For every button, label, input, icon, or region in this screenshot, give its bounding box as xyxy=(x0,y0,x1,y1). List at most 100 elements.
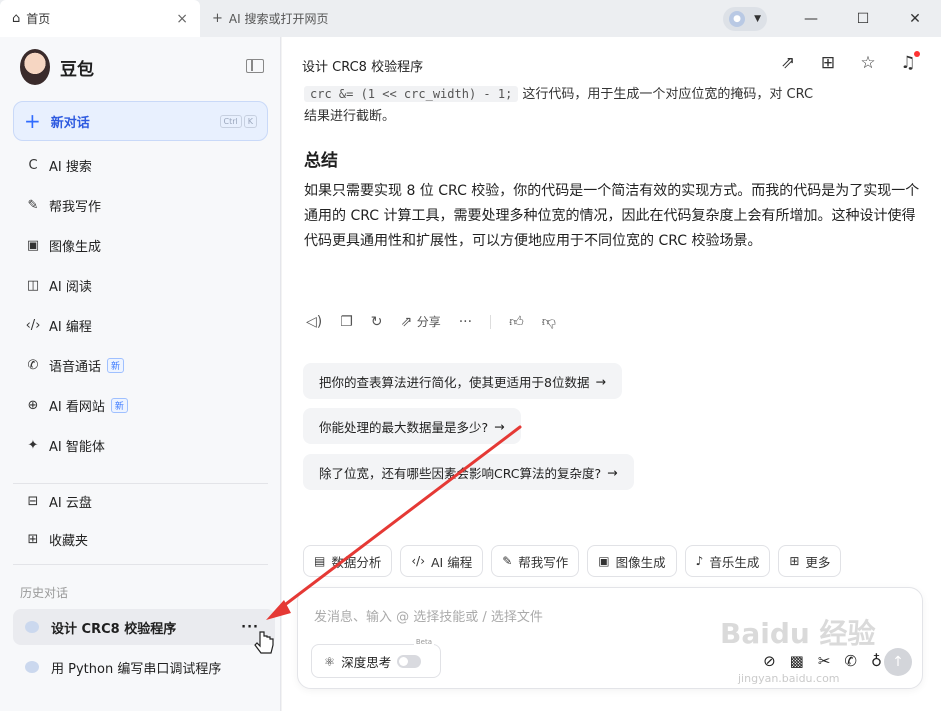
image-icon: ▣ xyxy=(598,554,610,568)
previous-text-b: 结果进行截断。 xyxy=(304,109,396,124)
account-menu[interactable]: ● ▼ xyxy=(723,6,767,31)
skill-writing[interactable]: ✎ 帮我写作 xyxy=(491,545,580,577)
new-chat-label: 新对话 xyxy=(50,115,90,131)
share-icon[interactable]: ⇗ xyxy=(779,53,797,73)
new-chat-button[interactable]: + 新对话 Ctrl K xyxy=(13,101,268,141)
history-item-label: 用 Python 编写串口调试程序 xyxy=(51,661,222,677)
copy-icon[interactable]: ❐ xyxy=(340,314,353,330)
bell-icon[interactable]: ♫ xyxy=(899,51,920,73)
sidebar-item-label: 图像生成 xyxy=(49,239,102,255)
sidebar-item-coding[interactable]: ‹/› AI 编程 xyxy=(13,305,268,345)
send-button[interactable]: ↑ xyxy=(884,648,912,676)
sidebar-item-reading[interactable]: ◫ AI 阅读 xyxy=(13,265,268,305)
thumbs-down-icon[interactable]: 👎︎ xyxy=(542,313,556,330)
tab-home[interactable]: ⌂ 首页 × xyxy=(0,0,200,37)
doubao-avatar-icon xyxy=(20,49,50,85)
suggestion-text: 你能处理的最大数据量是多少? xyxy=(319,419,489,435)
sidebar-toggle-icon[interactable] xyxy=(246,59,264,73)
chat-bubble-icon xyxy=(25,661,39,673)
skill-data-analysis[interactable]: ▤ 数据分析 xyxy=(303,545,393,577)
history-item-label: 设计 CRC8 校验程序 xyxy=(51,621,177,637)
sidebar-item-label: AI 编程 xyxy=(49,319,92,335)
thumbs-up-icon[interactable]: 👍︎ xyxy=(509,313,524,330)
maximize-button[interactable]: ☐ xyxy=(837,0,889,37)
share-label: 分享 xyxy=(416,315,441,329)
skill-label: 帮我写作 xyxy=(518,554,569,570)
skill-image[interactable]: ▣ 图像生成 xyxy=(587,545,677,577)
shortcut-hint: Ctrl K xyxy=(219,114,257,128)
divider xyxy=(490,314,492,329)
camera-icon[interactable]: ▩ xyxy=(790,652,804,670)
skill-label: AI 编程 xyxy=(431,554,473,570)
deep-think-toggle[interactable]: ⚛ 深度思考 Beta xyxy=(311,638,441,678)
summary-paragraph: 如果只需要实现 8 位 CRC 校验，你的代码是一个简洁有效的实现方式。而我的代… xyxy=(304,183,920,249)
suggestion-chip[interactable]: 除了位宽，还有哪些因素会影响CRC算法的复杂度? → xyxy=(303,454,634,490)
tab-new[interactable]: + AI 搜索或打开网页 xyxy=(200,0,430,37)
tab-home-label: 首页 xyxy=(26,12,51,26)
user-avatar-icon: ● xyxy=(729,10,745,27)
brand-name: 豆包 xyxy=(60,59,94,80)
close-tab-icon[interactable]: × xyxy=(176,11,188,27)
search-icon: C xyxy=(28,157,38,173)
suggestion-chip[interactable]: 把你的查表算法进行简化，使其更适用于8位数据 → xyxy=(303,363,622,399)
share-button[interactable]: ⇗ 分享 xyxy=(401,313,441,330)
skill-label: 图像生成 xyxy=(615,554,666,570)
sidebar-item-image[interactable]: ▣ 图像生成 xyxy=(13,225,268,265)
inline-code: crc &= (1 << crc_width) - 1; xyxy=(304,86,519,102)
attach-icon[interactable]: ⊘ xyxy=(763,652,776,670)
star-icon[interactable]: ☆ xyxy=(859,53,877,73)
close-window-button[interactable]: ✕ xyxy=(889,0,941,37)
regenerate-icon[interactable]: ↻ xyxy=(371,314,383,330)
sidebar-item-ai-search[interactable]: C AI 搜索 xyxy=(13,145,268,185)
message-input-placeholder[interactable]: 发消息、输入 @ 选择技能或 / 选择文件 xyxy=(314,606,543,625)
sidebar-item-label: AI 阅读 xyxy=(49,279,92,295)
toggle-switch[interactable] xyxy=(397,654,422,668)
sidebar-item-web[interactable]: ⊕ AI 看网站 新 xyxy=(13,385,268,425)
arrow-right-icon: → xyxy=(607,464,618,480)
sidebar-item-favorites[interactable]: ⊞ 收藏夹 xyxy=(13,521,268,557)
arrow-right-icon: → xyxy=(494,418,505,434)
tab-new-label: AI 搜索或打开网页 xyxy=(228,12,329,26)
sidebar-item-label: 语音通话 xyxy=(49,359,102,375)
history-item-active[interactable]: 设计 CRC8 校验程序 ··· xyxy=(13,609,275,645)
microphone-icon[interactable]: ♁ xyxy=(871,652,882,670)
more-icon[interactable]: ··· xyxy=(459,314,472,330)
beta-badge: Beta xyxy=(413,638,434,646)
skill-music[interactable]: ♪ 音乐生成 xyxy=(684,545,771,577)
suggestion-text: 除了位宽，还有哪些因素会影响CRC算法的复杂度? xyxy=(319,465,602,481)
phone-icon[interactable]: ✆ xyxy=(844,652,857,670)
suggestion-chip[interactable]: 你能处理的最大数据量是多少? → xyxy=(303,408,521,444)
sidebar-item-writing[interactable]: ✎ 帮我写作 xyxy=(13,185,268,225)
shortcut-key-ctrl: Ctrl xyxy=(219,114,242,128)
skill-label: 更多 xyxy=(805,554,831,570)
book-icon: ◫ xyxy=(26,277,40,293)
sidebar-item-agents[interactable]: ✦ AI 智能体 xyxy=(13,425,268,465)
scissors-icon[interactable]: ✂ xyxy=(818,652,831,670)
sidebar-item-cloud[interactable]: ⊟ AI 云盘 xyxy=(13,481,268,521)
sidebar-item-voice-call[interactable]: ✆ 语音通话 新 xyxy=(13,345,268,385)
caret-down-icon: ▼ xyxy=(754,13,761,24)
sidebar: 豆包 + 新对话 Ctrl K C AI 搜索 ✎ 帮我写作 ▣ 图像生成 ◫ … xyxy=(0,37,281,711)
sidebar-nav-secondary: ⊟ AI 云盘 ⊞ 收藏夹 xyxy=(13,481,268,557)
speaker-icon[interactable]: ◁) xyxy=(306,314,322,330)
sparkle-icon: ✦ xyxy=(27,437,39,453)
skill-coding[interactable]: ‹/› AI 编程 xyxy=(400,545,484,577)
skill-bar: ▤ 数据分析 ‹/› AI 编程 ✎ 帮我写作 ▣ 图像生成 ♪ 音乐生成 ⊞ 更多 xyxy=(303,545,842,577)
history-item[interactable]: 用 Python 编写串口调试程序 xyxy=(13,649,275,685)
image-icon: ▣ xyxy=(26,237,40,253)
chat-main: 设计 CRC8 校验程序 ⇗ ⊞ ☆ ♫ crc &= (1 << crc_wi… xyxy=(282,37,941,711)
summary-heading: 总结 xyxy=(304,151,338,171)
sidebar-item-label: 帮我写作 xyxy=(49,199,102,215)
brand[interactable]: 豆包 xyxy=(20,49,94,85)
cloud-drive-icon: ⊟ xyxy=(27,493,39,509)
arrow-right-icon: → xyxy=(595,373,606,389)
add-bookmark-icon[interactable]: ⊞ xyxy=(819,53,837,73)
chat-title: 设计 CRC8 校验程序 xyxy=(302,59,424,75)
sidebar-nav: C AI 搜索 ✎ 帮我写作 ▣ 图像生成 ◫ AI 阅读 ‹/› AI 编程 … xyxy=(13,145,268,465)
pen-icon: ✎ xyxy=(502,554,513,568)
more-options-icon[interactable]: ··· xyxy=(241,620,259,635)
minimize-button[interactable]: — xyxy=(785,0,837,37)
skill-label: 音乐生成 xyxy=(709,554,760,570)
sidebar-divider xyxy=(13,564,268,565)
skill-more[interactable]: ⊞ 更多 xyxy=(778,545,842,577)
